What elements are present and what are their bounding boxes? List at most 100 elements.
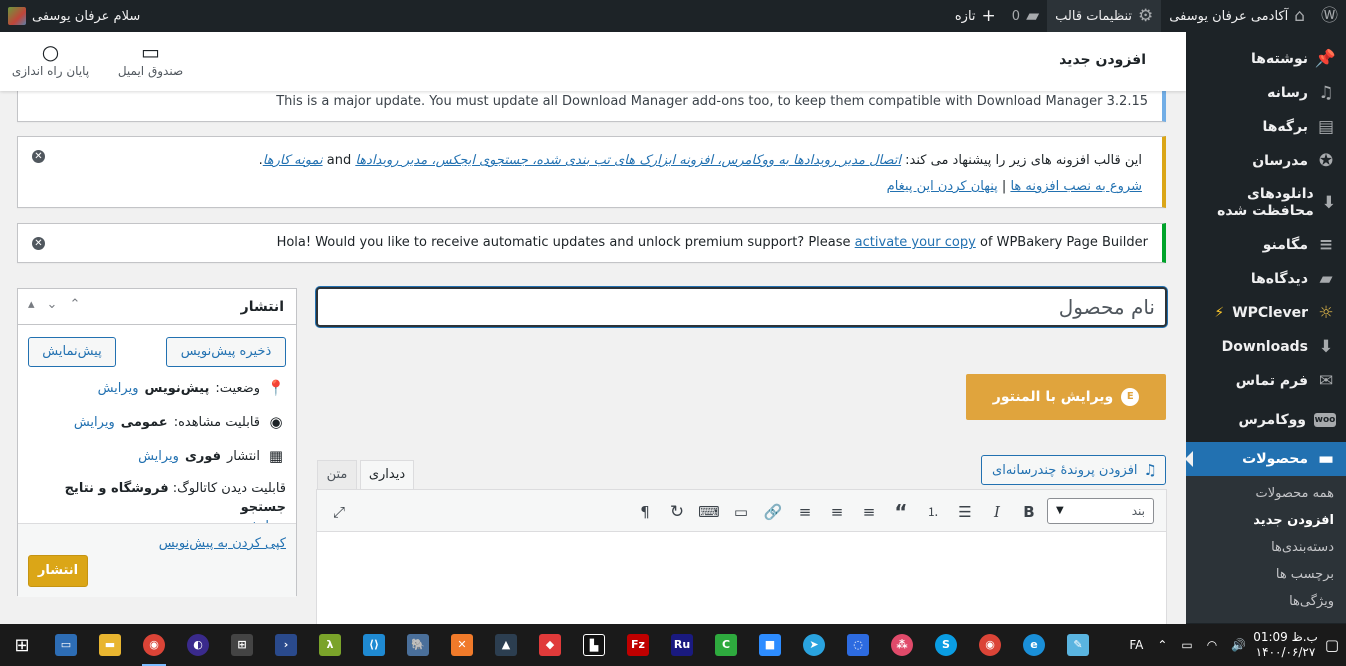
menu-item-products[interactable]: ▬ محصولات	[1186, 442, 1346, 476]
submenu-categories[interactable]: دسته‌بندی‌ها	[1186, 534, 1346, 561]
paragraph-direction-icon[interactable]: ¶	[633, 500, 657, 524]
taskbar-app-jetbrains[interactable]: ▙	[572, 624, 616, 666]
taskbar-app-postgres[interactable]: 🐘	[396, 624, 440, 666]
menu-item-woocommerce[interactable]: woo ووکامرس	[1186, 398, 1346, 442]
chevron-down-icon[interactable]: ⌄	[47, 297, 58, 312]
taskbar-app-zoom[interactable]: ■	[748, 624, 792, 666]
clock[interactable]: ب.ظ 01:09 ۱۴۰۰/۰۶/۲۷	[1253, 630, 1318, 660]
dismiss-notice-link[interactable]: پنهان کردن این پیغام	[887, 179, 998, 194]
publish-button[interactable]: انتشار	[28, 555, 88, 587]
activate-copy-link[interactable]: activate your copy	[855, 235, 976, 250]
submenu-add-new[interactable]: افزودن جدید	[1186, 507, 1346, 534]
collapse-icon[interactable]: ▴	[28, 297, 35, 312]
tab-text[interactable]: متن	[317, 460, 357, 490]
refresh-icon[interactable]: ↻	[665, 500, 689, 524]
menu-item-megamenu[interactable]: ≡ مگامنو	[1186, 228, 1346, 262]
align-left-icon[interactable]: ≡	[857, 500, 881, 524]
theme-settings-link[interactable]: ⚙ تنظیمات قالب	[1047, 0, 1162, 32]
taskbar-app-laptop[interactable]: ▭	[44, 624, 88, 666]
menu-item-posts[interactable]: 📌 نوشته‌ها	[1186, 42, 1346, 76]
taskbar-app-browser[interactable]: ◐	[176, 624, 220, 666]
taskbar-app-chrome[interactable]: ◉	[132, 624, 176, 666]
chevron-up-icon[interactable]: ⌃	[69, 297, 80, 312]
battery-icon[interactable]: ▭	[1181, 638, 1192, 652]
inbox-button[interactable]: ▭ صندوق ایمیل	[113, 40, 188, 78]
add-media-button[interactable]: ♫ افزودن پروندهٔ چندرسانه‌ای	[981, 455, 1166, 485]
italic-icon[interactable]: I	[985, 500, 1009, 524]
taskbar-app-telegram[interactable]: ➤	[792, 624, 836, 666]
copy-to-draft-link[interactable]: کپی کردن به پیش‌نویس	[159, 536, 286, 551]
menu-item-label: مدرسان	[1252, 153, 1308, 169]
taskbar-app-camtasia[interactable]: C	[704, 624, 748, 666]
taskbar-app-xampp[interactable]: ✕	[440, 624, 484, 666]
menu-item-media[interactable]: ♫ رسانه	[1186, 76, 1346, 110]
close-icon[interactable]: ✕	[32, 150, 45, 163]
taskbar-app-vscode[interactable]: ⟨⟩	[352, 624, 396, 666]
menu-item-pages[interactable]: ▤ برگه‌ها	[1186, 110, 1346, 144]
taskbar-app-store[interactable]: ⊞	[220, 624, 264, 666]
bullet-list-icon[interactable]: ☰	[953, 500, 977, 524]
align-right-icon[interactable]: ≡	[793, 500, 817, 524]
portfolio-plugin-link[interactable]: نمونه کارها	[263, 153, 323, 168]
product-title-input[interactable]: نام محصول	[316, 287, 1167, 327]
edit-status-link[interactable]: ویرایش	[98, 381, 139, 396]
taskbar-app-notepad[interactable]: ✎	[1056, 624, 1100, 666]
taskbar-app-rider[interactable]: Ru	[660, 624, 704, 666]
link-icon[interactable]: 🔗	[761, 500, 785, 524]
taskbar-app-skype[interactable]: S	[924, 624, 968, 666]
editor-body[interactable]	[317, 532, 1166, 632]
taskbar-app-dots[interactable]: ⁂	[880, 624, 924, 666]
start-button[interactable]: ⊞	[0, 624, 44, 666]
taskbar-app-filezilla[interactable]: Fz	[616, 624, 660, 666]
align-center-icon[interactable]: ≡	[825, 500, 849, 524]
fullscreen-icon[interactable]: ⤢	[327, 500, 351, 524]
bold-icon[interactable]: B	[1017, 500, 1041, 524]
chevron-up-icon[interactable]: ⌃	[1157, 638, 1167, 652]
submenu-all-products[interactable]: همه محصولات	[1186, 480, 1346, 507]
wifi-icon[interactable]: ◠	[1207, 638, 1217, 652]
tab-visual[interactable]: دیداری	[360, 460, 414, 490]
recommended-plugins-link[interactable]: اتصال مدیر رویدادها به ووکامرس، افزونه ا…	[355, 153, 901, 168]
blockquote-icon[interactable]: “	[889, 500, 913, 524]
new-content-link[interactable]: + تازه	[947, 0, 1004, 32]
taskbar-app-calibre[interactable]: λ	[308, 624, 352, 666]
menu-item-contact-form[interactable]: ✉ فرم تماس	[1186, 364, 1346, 398]
wordpress-logo-menu[interactable]: Ⓦ	[1313, 0, 1346, 32]
taskbar-app-chat[interactable]: ◌	[836, 624, 880, 666]
taskbar-app-chrome-2[interactable]: ◉	[968, 624, 1012, 666]
taskbar-app-explorer[interactable]: ▬	[88, 624, 132, 666]
account-menu[interactable]: سلام عرفان یوسفی	[0, 0, 148, 32]
format-select[interactable]: بند ▼	[1047, 498, 1154, 524]
page-title: افزودن جدید	[1059, 52, 1146, 68]
site-name-link[interactable]: ⌂ آکادمی عرفان یوسفی	[1161, 0, 1313, 32]
edit-publish-time-link[interactable]: ویرایش	[138, 449, 179, 464]
menu-item-label: فرم تماس	[1235, 373, 1308, 389]
notification-icon[interactable]: ▢	[1325, 636, 1339, 654]
wordpress-icon: Ⓦ	[1321, 5, 1338, 26]
menu-item-instructors[interactable]: ✪ مدرسان	[1186, 144, 1346, 178]
save-draft-button[interactable]: ذخیره پیش‌نویس	[166, 337, 286, 367]
close-icon[interactable]: ✕	[32, 237, 45, 250]
menu-item-comments[interactable]: ▰ دیدگاه‌ها	[1186, 262, 1346, 296]
taskbar-app-edge[interactable]: e	[1012, 624, 1056, 666]
clock-date: ۱۴۰۰/۰۶/۲۷	[1255, 645, 1316, 659]
edit-with-elementor-button[interactable]: E ویرایش با المنتور	[966, 374, 1166, 420]
menu-item-protected-downloads[interactable]: ⬇ دانلودهای محافظت شده	[1186, 178, 1346, 228]
taskbar-app-android[interactable]: ▲	[484, 624, 528, 666]
edit-visibility-link[interactable]: ویرایش	[74, 415, 115, 430]
submenu-tags[interactable]: برچسب ها	[1186, 561, 1346, 588]
volume-icon[interactable]: 🔊	[1231, 638, 1246, 652]
taskbar-app-powershell[interactable]: ›	[264, 624, 308, 666]
comments-link[interactable]: ▰ 0	[1004, 0, 1047, 32]
menu-item-downloads[interactable]: ⬇ Downloads	[1186, 330, 1346, 364]
submenu-attributes[interactable]: ویژگی‌ها	[1186, 588, 1346, 615]
keyboard-icon[interactable]: ⌨	[697, 500, 721, 524]
numbered-list-icon[interactable]: ⒈	[921, 500, 945, 524]
taskbar-app-anydesk[interactable]: ◆	[528, 624, 572, 666]
preview-button[interactable]: پیش‌نمایش	[28, 337, 116, 367]
finish-setup-button[interactable]: ○ پایان راه اندازی	[8, 40, 93, 78]
install-plugins-link[interactable]: شروع به نصب افزونه ها	[1010, 179, 1142, 194]
menu-item-wpclever[interactable]: ☼ WPClever ⚡	[1186, 296, 1346, 330]
language-indicator[interactable]: FA	[1129, 638, 1143, 652]
read-more-icon[interactable]: ▭	[729, 500, 753, 524]
